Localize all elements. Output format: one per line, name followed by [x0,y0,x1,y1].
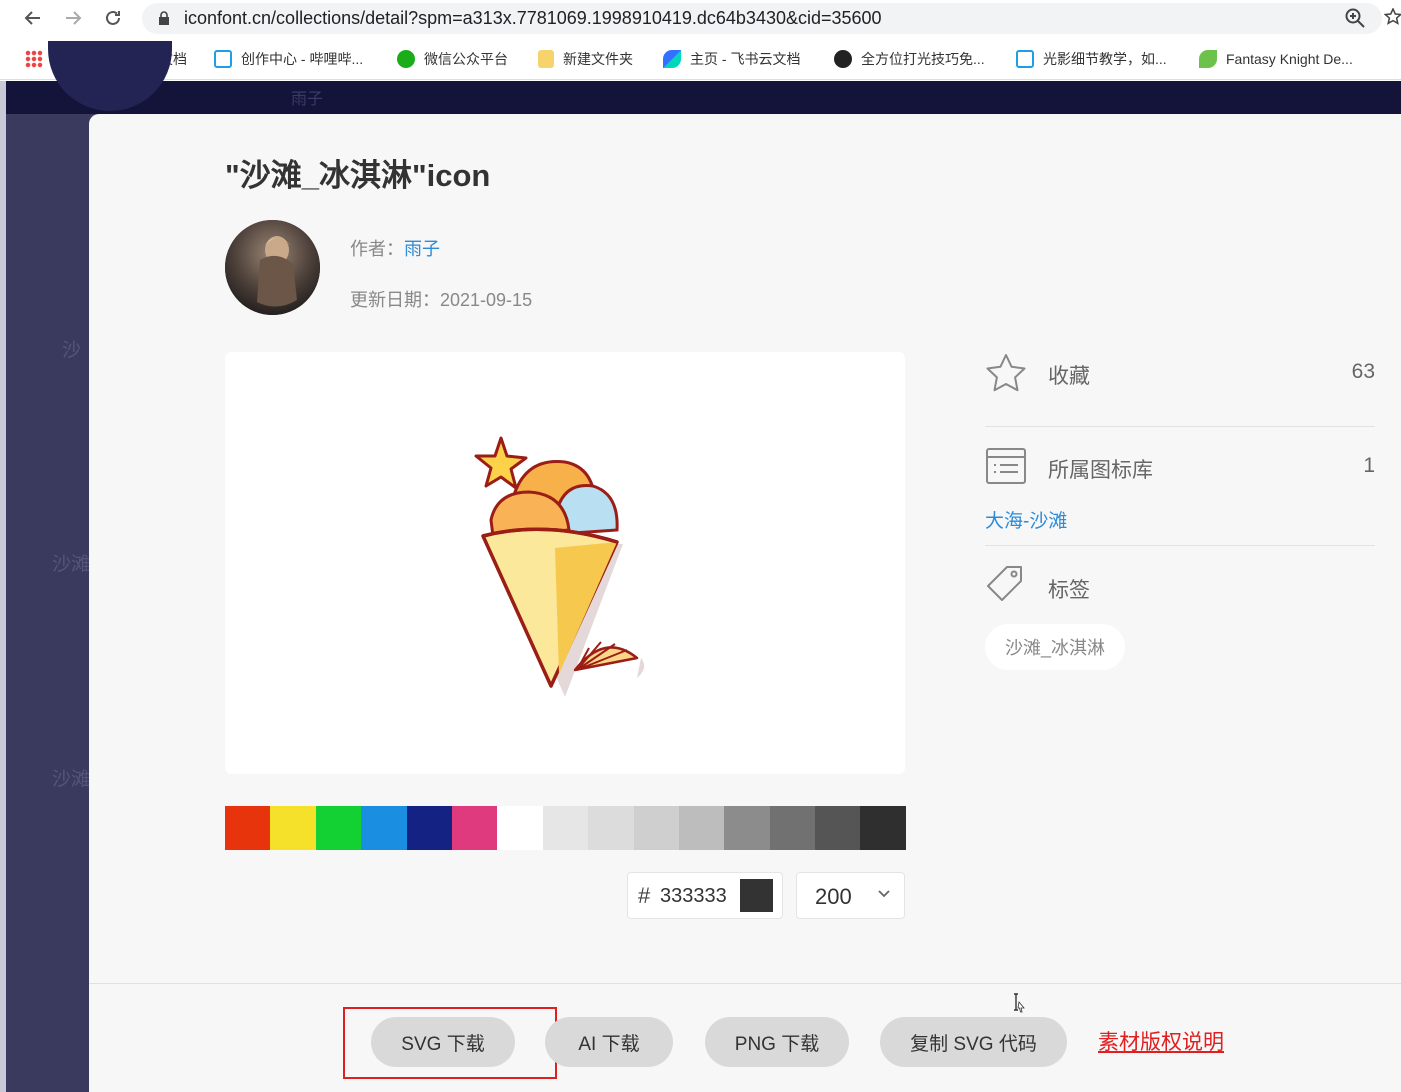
bookmark-label: 创作中心 - 哔哩哔... [241,51,364,67]
color-swatch[interactable] [860,806,906,850]
color-palette [225,806,906,850]
library-link[interactable]: 大海-沙滩 [985,506,1067,533]
bookmark-folder[interactable]: 新建文件夹 [538,48,633,70]
copyright-link[interactable]: 素材版权说明 [1098,1026,1224,1056]
color-swatch[interactable] [406,806,452,850]
favorites-count: 63 [1351,360,1375,383]
current-color-chip[interactable] [740,879,773,912]
author-meta: 作者：雨子 [350,235,440,261]
color-swatch[interactable] [497,806,543,850]
background-label: 沙 [62,340,82,361]
ai-download-button[interactable]: AI 下载 [545,1017,673,1067]
feishu-icon [663,50,681,68]
browser-toolbar: iconfont.cn/collections/detail?spm=a313x… [0,0,1401,37]
color-swatch[interactable] [769,806,816,850]
hash-symbol: # [638,883,651,908]
tags-label: 标签 [1048,579,1090,602]
bookmark-label: 全方位打光技巧免... [861,51,985,67]
bookmark-wechat[interactable]: 微信公众平台 [397,48,508,70]
author-avatar-image [225,220,320,315]
divider [985,426,1375,427]
size-select[interactable]: 200 [796,872,905,919]
background-scroll-edge [0,81,6,1092]
forward-button[interactable] [61,6,85,30]
reload-button[interactable] [101,6,125,30]
reload-icon [106,10,120,25]
color-swatch[interactable] [361,806,407,850]
bookmark-label: 微信公众平台 [424,51,508,67]
divider [985,545,1375,546]
star-icon[interactable] [985,353,1027,393]
color-swatch[interactable] [542,806,589,850]
update-date-value: 2021-09-15 [440,290,533,310]
color-swatch[interactable] [724,806,770,850]
library-label: 所属图标库 [1048,459,1153,482]
color-swatch[interactable] [588,806,634,850]
zoom-icon[interactable] [1344,7,1366,29]
color-hex-value: 333333 [660,885,727,907]
author-label: 作者： [350,239,404,259]
tag-icon [987,566,1022,601]
background-avatar [48,41,172,111]
url-text: iconfont.cn/collections/detail?spm=a313x… [184,8,882,28]
address-bar[interactable]: iconfont.cn/collections/detail?spm=a313x… [142,3,1382,34]
bookmark-star-icon[interactable] [1384,8,1401,26]
icon-preview [225,352,905,774]
color-swatch[interactable] [451,806,498,850]
arrow-left-icon [24,11,40,25]
color-swatch[interactable] [270,806,316,850]
tag-chip[interactable]: 沙滩_冰淇淋 [985,624,1125,670]
text-cursor-icon [1014,993,1025,1013]
background-label: 沙滩 [52,554,91,575]
color-swatch[interactable] [225,806,271,850]
bilibili-icon [1016,50,1034,68]
author-link[interactable]: 雨子 [404,239,440,259]
color-swatch[interactable] [633,806,679,850]
lock-icon [159,11,169,25]
apps-grid-icon [25,50,43,68]
bookmark-label: Fantasy Knight De... [1226,51,1353,67]
bookmark-label: 新建文件夹 [563,51,633,67]
png-download-button[interactable]: PNG 下载 [705,1017,849,1067]
arrow-right-icon [66,11,82,25]
background-header: 雨子 [0,41,1401,114]
bookmark-bilibili-creator[interactable]: 创作中心 - 哔哩哔... [214,48,363,70]
highlight-box [343,1007,557,1079]
bookmarks-bar: 应用 腾讯文档 创作中心 - 哔哩哔... 微信公众平台 新建文件夹 主页 - … [0,37,1401,80]
bilibili-icon [214,50,232,68]
background-label: 沙滩 [52,769,91,790]
bookmark-fantasy-knight[interactable]: Fantasy Knight De... [1199,48,1353,70]
bookmark-label: 光影细节教学，如... [1043,51,1167,67]
icon-detail-modal: "沙滩_冰淇淋"icon 作者：雨子 更新日期：2021-09-15 # 333… [89,114,1401,1092]
wechat-icon [397,50,415,68]
page-title: "沙滩_冰淇淋"icon [225,158,491,193]
copy-svg-code-button[interactable]: 复制 SVG 代码 [880,1017,1067,1067]
favorites-label: 收藏 [1048,365,1090,388]
footer-divider [89,983,1401,984]
library-count: 1 [1363,454,1375,477]
update-date-label: 更新日期： [350,290,440,310]
background-author: 雨子 [291,91,324,108]
bookmark-lighting[interactable]: 全方位打光技巧免... [834,48,985,70]
ice-cream-icon [474,436,645,697]
color-swatch[interactable] [678,806,725,850]
zcool-icon [834,50,852,68]
update-date: 更新日期：2021-09-15 [350,286,532,312]
color-swatch[interactable] [315,806,362,850]
size-value: 200 [815,884,852,909]
avatar[interactable] [225,220,320,315]
color-hex-input[interactable]: # 333333 [627,872,783,919]
bookmark-feishu[interactable]: 主页 - 飞书云文档 [663,48,800,70]
color-swatch[interactable] [815,806,861,850]
bookmark-bilibili-light[interactable]: 光影细节教学，如... [1016,48,1167,70]
leaf-icon [1199,50,1217,68]
list-icon [986,448,1026,484]
bookmark-label: 主页 - 飞书云文档 [690,51,801,67]
chevron-down-icon [878,890,890,898]
folder-icon [538,50,554,68]
back-button[interactable] [21,6,45,30]
